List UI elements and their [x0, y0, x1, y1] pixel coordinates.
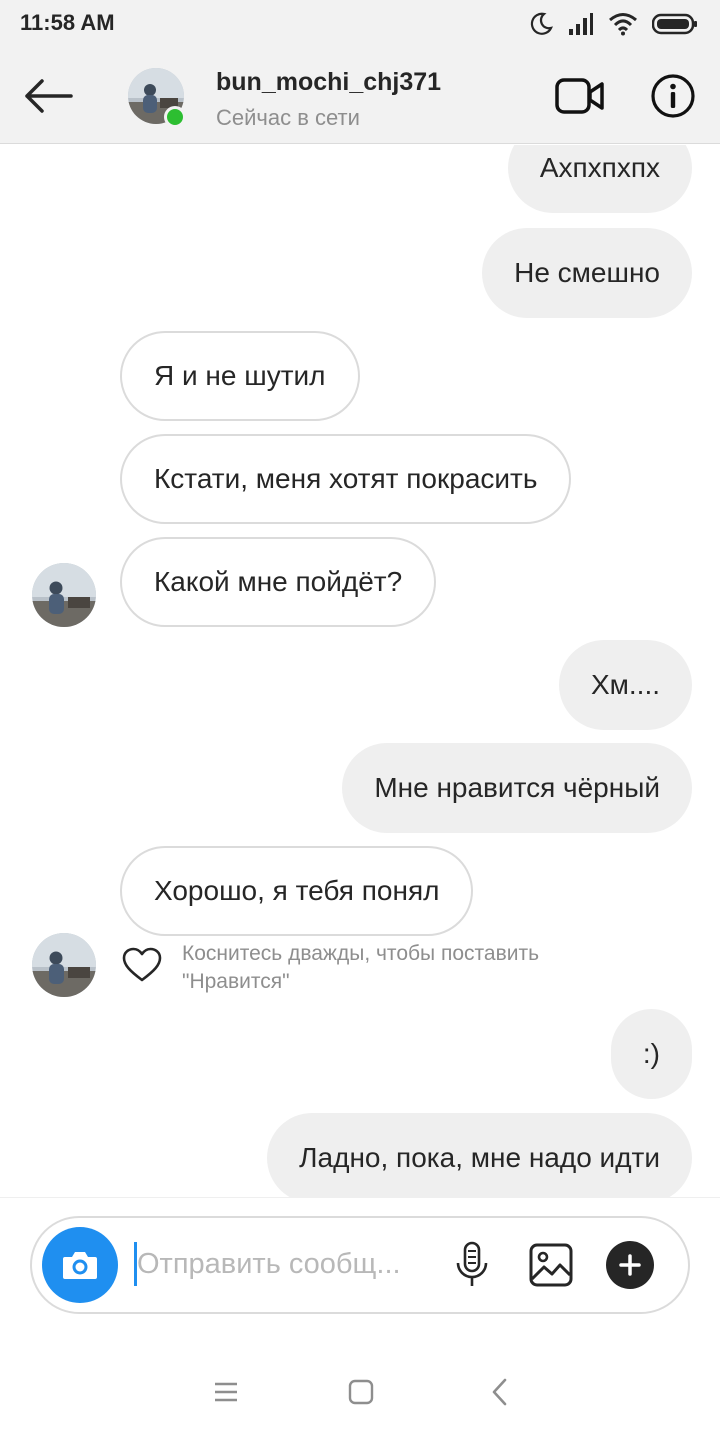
message-bubble-incoming[interactable]: Хорошо, я тебя понял — [120, 846, 474, 936]
wifi-icon — [608, 12, 638, 36]
chat-username[interactable]: bun_mochi_chj371 — [216, 68, 441, 97]
camera-button[interactable] — [42, 1227, 118, 1303]
menu-icon — [215, 1382, 237, 1402]
signal-icon — [568, 12, 594, 36]
gallery-button[interactable] — [526, 1240, 576, 1290]
message-bubble-incoming[interactable]: Кстати, меня хотят покрасить — [120, 434, 572, 524]
plus-icon — [619, 1254, 641, 1276]
message-bubble-incoming[interactable]: Какой мне пойдёт? — [120, 537, 437, 627]
chat-header: bun_mochi_chj371 Сейчас в сети — [0, 48, 720, 144]
message-bubble-outgoing[interactable]: Мне нравится чёрный — [342, 743, 692, 833]
message-bubble-outgoing[interactable]: Ладно, пока, мне надо идти — [267, 1113, 692, 1197]
battery-icon — [652, 13, 698, 35]
moon-icon — [528, 11, 554, 37]
info-icon — [651, 74, 695, 118]
nav-back-button[interactable] — [480, 1374, 520, 1410]
double-tap-like-hint: Коснитесь дважды, чтобы поставить "Нрави… — [182, 940, 642, 996]
nav-home-button[interactable] — [341, 1374, 381, 1410]
voice-message-button[interactable] — [450, 1240, 494, 1290]
status-bar: 11:58 AM — [0, 0, 720, 48]
like-hint-line2: "Нравится" — [182, 970, 290, 993]
message-composer — [30, 1216, 690, 1314]
like-hint-line1: Коснитесь дважды, чтобы поставить — [182, 942, 540, 965]
microphone-icon — [456, 1241, 488, 1286]
back-icon — [492, 1378, 507, 1406]
home-icon — [348, 1379, 374, 1405]
status-time: 11:58 AM — [20, 10, 115, 35]
camera-icon — [63, 1252, 97, 1279]
message-bubble-outgoing[interactable]: Ахпхпхпх — [507, 145, 692, 213]
message-bubble-outgoing[interactable]: Хм.... — [558, 640, 692, 730]
status-icons — [528, 10, 698, 38]
heart-icon — [122, 947, 162, 982]
video-call-button[interactable] — [552, 70, 608, 122]
sender-avatar[interactable] — [32, 563, 96, 627]
back-button[interactable] — [18, 72, 78, 120]
message-input[interactable] — [134, 1242, 424, 1286]
composer-area — [0, 1197, 720, 1343]
nav-menu-button[interactable] — [206, 1374, 246, 1410]
info-button[interactable] — [646, 70, 700, 122]
chat-online-status: Сейчас в сети — [216, 105, 360, 130]
message-bubble-outgoing[interactable]: Не смешно — [482, 228, 692, 318]
gallery-icon — [529, 1243, 573, 1287]
more-options-button[interactable] — [606, 1241, 654, 1289]
system-nav-bar — [0, 1344, 720, 1440]
message-thread[interactable]: Ахпхпхпх Не смешно Я и не шутил Кстати, … — [0, 145, 720, 1197]
like-heart-button[interactable] — [120, 943, 164, 987]
message-bubble-outgoing[interactable]: :) — [610, 1009, 692, 1099]
message-bubble-incoming[interactable]: Я и не шутил — [120, 331, 360, 421]
back-arrow-icon — [25, 79, 73, 113]
online-indicator — [164, 106, 186, 128]
sender-avatar[interactable] — [32, 933, 96, 997]
video-call-icon — [555, 78, 604, 114]
